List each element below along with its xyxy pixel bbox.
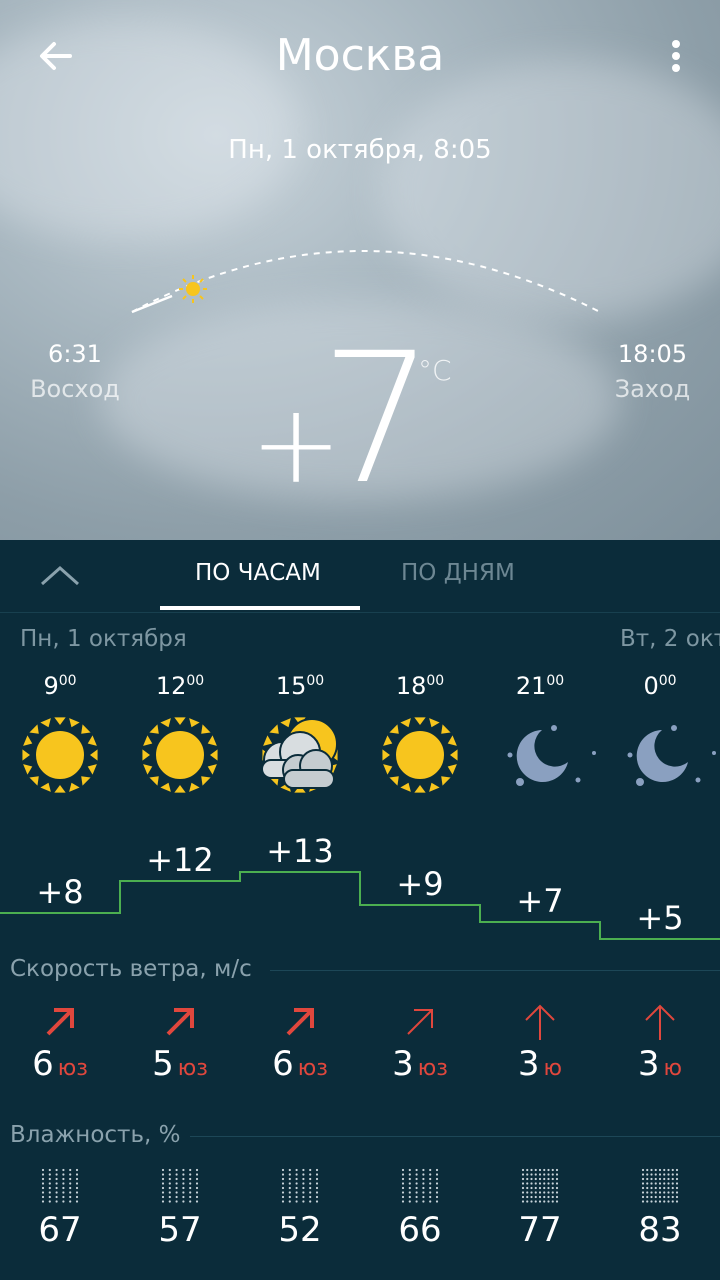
temp-unit: °C bbox=[418, 354, 452, 387]
weather-hero: Москва Пн, 1 октября, 8:05 6:31 Восход 1… bbox=[0, 0, 720, 540]
wind-section-title: Скорость ветра, м/с bbox=[10, 956, 252, 982]
sun-position-icon bbox=[179, 275, 207, 303]
sunset-label: Заход bbox=[614, 375, 691, 403]
forecast-panel: ПО ЧАСАМ ПО ДНЯМ Пн, 1 октября Вт, 2 окт… bbox=[0, 540, 720, 1280]
sunrise-label: Восход bbox=[30, 375, 120, 403]
divider bbox=[270, 970, 720, 971]
temperature-step-line bbox=[0, 871, 720, 940]
humidity-section-title: Влажность, % bbox=[10, 1122, 181, 1148]
divider bbox=[190, 1136, 720, 1137]
sunset-time: 18:05 bbox=[617, 340, 688, 368]
sunrise-time: 6:31 bbox=[48, 340, 102, 368]
